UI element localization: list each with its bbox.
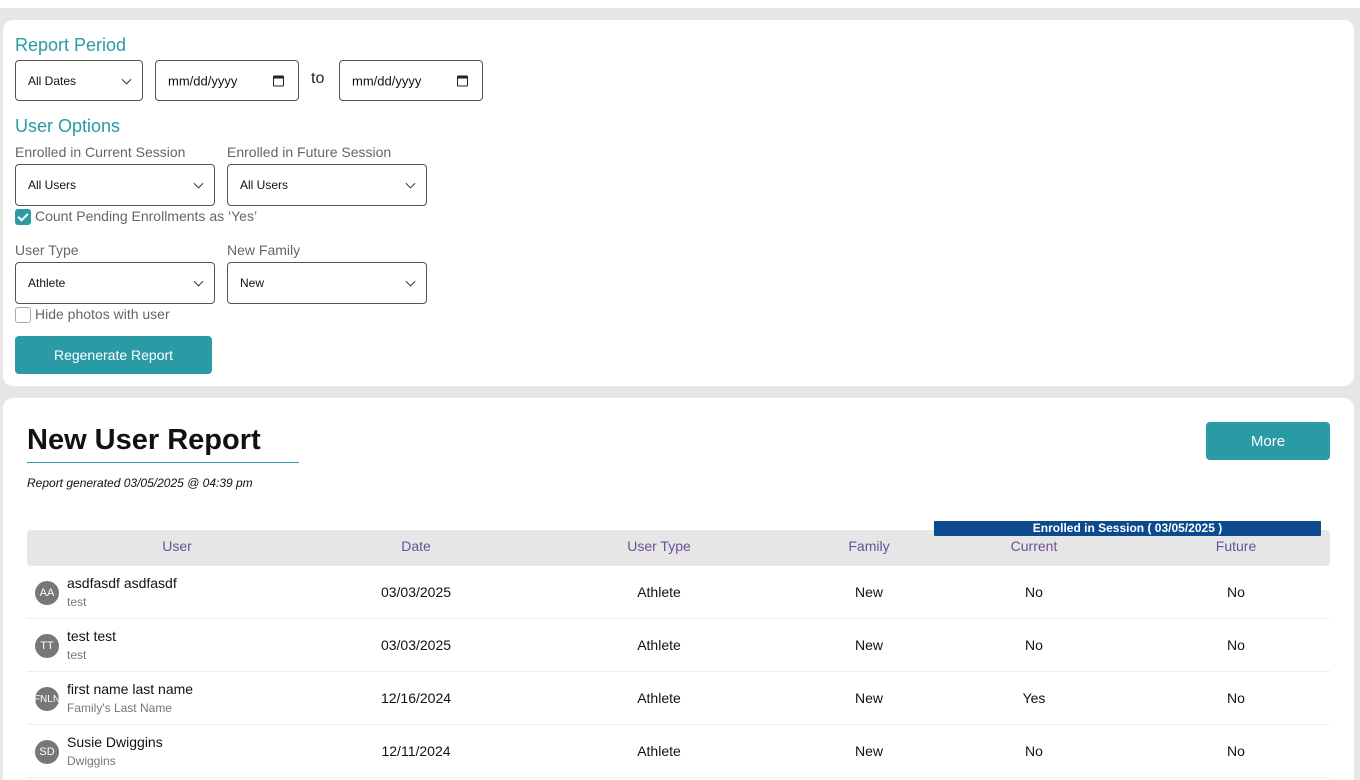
date-cell: 03/03/2025 [380, 637, 452, 653]
table-row[interactable]: FNLN first name last name Family's Last … [27, 672, 1330, 725]
column-family[interactable]: Family [848, 538, 889, 554]
family-cell: New [854, 584, 884, 600]
family-cell: New [854, 637, 884, 653]
count-pending-label: Count Pending Enrollments as ‘Yes’ [35, 208, 258, 224]
avatar: SD [35, 740, 59, 764]
report-period-title: Report Period [15, 35, 127, 55]
table-row[interactable]: SD Susie Dwiggins Dwiggins 12/11/2024 At… [27, 725, 1330, 778]
future-cell: No [1227, 584, 1245, 600]
family-cell: New [854, 743, 884, 759]
user-type-label: User Type [15, 242, 79, 258]
user-type-select[interactable]: Athlete [15, 262, 215, 304]
column-date[interactable]: Date [401, 538, 431, 554]
current-session-value: All Users [28, 178, 77, 192]
date-cell: 03/03/2025 [380, 584, 452, 600]
calendar-icon[interactable] [457, 75, 468, 86]
current-session-select[interactable]: All Users [15, 164, 215, 206]
user-name[interactable]: test test [67, 628, 116, 644]
date-range-select[interactable]: All Dates [15, 60, 143, 101]
start-date-input[interactable]: mm/dd/yyyy [155, 60, 299, 101]
family-cell: New [854, 690, 884, 706]
avatar: FNLN [35, 687, 59, 711]
current-session-label: Enrolled in Current Session [15, 144, 186, 160]
user-family: Family's Last Name [67, 701, 172, 715]
user-name[interactable]: asdfasdf asdfasdf [67, 575, 177, 591]
table-row[interactable]: AA asdfasdf asdfasdf test 03/03/2025 Ath… [27, 566, 1330, 619]
start-date-placeholder: mm/dd/yyyy [168, 73, 238, 88]
current-cell: No [1025, 743, 1043, 759]
user-name[interactable]: Susie Dwiggins [67, 734, 163, 750]
user-family: test [67, 595, 87, 609]
user-type-value: Athlete [28, 276, 66, 290]
new-family-value: New [240, 276, 265, 290]
end-date-input[interactable]: mm/dd/yyyy [339, 60, 483, 101]
current-cell: No [1025, 584, 1043, 600]
chevron-down-icon [405, 178, 416, 189]
user-type-cell: Athlete [637, 637, 681, 653]
user-type-cell: Athlete [637, 584, 681, 600]
end-date-placeholder: mm/dd/yyyy [352, 73, 422, 88]
column-user[interactable]: User [162, 538, 192, 554]
future-cell: No [1227, 637, 1245, 653]
new-family-label: New Family [227, 242, 301, 258]
date-cell: 12/16/2024 [380, 690, 452, 706]
user-type-cell: Athlete [637, 690, 681, 706]
hide-photos-label: Hide photos with user [35, 306, 170, 322]
chevron-down-icon [121, 74, 132, 85]
column-user-type[interactable]: User Type [627, 538, 691, 554]
avatar: AA [35, 581, 59, 605]
future-cell: No [1227, 690, 1245, 706]
current-cell: No [1025, 637, 1043, 653]
to-label: to [311, 70, 325, 87]
regenerate-report-button[interactable]: Regenerate Report [15, 336, 212, 374]
user-name[interactable]: first name last name [67, 681, 193, 697]
enrolled-in-session-banner: Enrolled in Session ( 03/05/2025 ) [934, 521, 1321, 536]
hide-photos-checkbox[interactable] [15, 307, 31, 323]
user-family: Dwiggins [67, 754, 116, 768]
calendar-icon[interactable] [273, 75, 284, 86]
user-type-cell: Athlete [637, 743, 681, 759]
chevron-down-icon [405, 276, 416, 287]
chevron-down-icon [193, 178, 204, 189]
future-session-label: Enrolled in Future Session [227, 144, 392, 160]
report-generated-text: Report generated 03/05/2025 @ 04:39 pm [27, 476, 253, 490]
user-options-title: User Options [15, 116, 121, 136]
avatar: TT [35, 634, 59, 658]
count-pending-checkbox[interactable] [15, 209, 31, 225]
report-panel: New User Report Report generated 03/05/2… [3, 398, 1354, 780]
title-underline [27, 462, 299, 463]
future-session-value: All Users [240, 178, 289, 192]
future-cell: No [1227, 743, 1245, 759]
current-cell: Yes [1022, 690, 1046, 706]
top-bar [0, 0, 1360, 8]
chevron-down-icon [193, 276, 204, 287]
more-button[interactable]: More [1206, 422, 1330, 460]
future-session-select[interactable]: All Users [227, 164, 427, 206]
date-range-value: All Dates [28, 73, 77, 88]
report-title: New User Report [27, 424, 261, 456]
new-family-select[interactable]: New [227, 262, 427, 304]
column-current[interactable]: Current [1011, 538, 1058, 554]
user-family: test [67, 648, 87, 662]
report-options-panel: Report Period All Dates mm/dd/yyyy to mm… [3, 20, 1354, 386]
column-future[interactable]: Future [1216, 538, 1256, 554]
date-cell: 12/11/2024 [381, 743, 451, 759]
table-row[interactable]: TT test test test 03/03/2025 Athlete New… [27, 619, 1330, 672]
